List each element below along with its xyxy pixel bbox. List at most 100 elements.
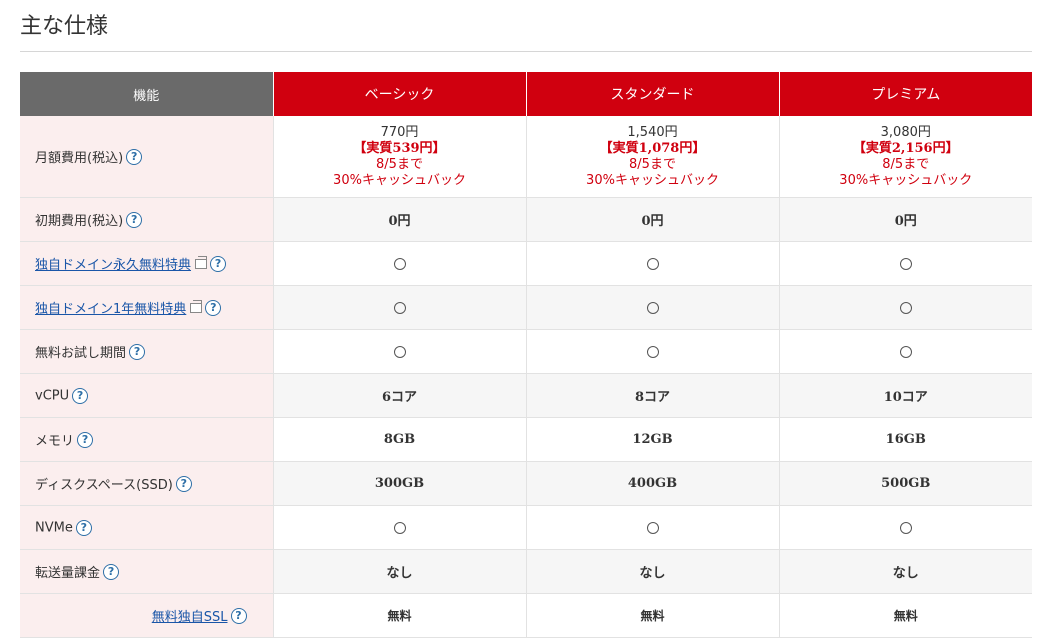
- help-icon[interactable]: ?: [129, 343, 146, 360]
- value-text: 無料: [387, 609, 412, 623]
- available-circle-icon: [899, 257, 912, 270]
- value-cell-premium: 0円: [779, 197, 1032, 242]
- row-label-cell: NVMe?: [20, 505, 274, 550]
- value-text: 無料: [893, 609, 918, 623]
- available-circle-icon: [899, 521, 912, 534]
- value-text: 0円: [641, 214, 664, 229]
- price-real: 【実質1,078円】: [599, 140, 706, 156]
- value-cell-standard: ○: [526, 329, 780, 374]
- value-text: 16GB: [885, 432, 926, 447]
- row-label-cell: ディスクスペース(SSD)?: [20, 461, 274, 506]
- help-icon[interactable]: ?: [103, 563, 120, 580]
- row-label-link[interactable]: 独自ドメイン1年無料特典: [35, 302, 186, 317]
- table-row-ssl: 無料独自SSL? 無料 無料 無料: [20, 593, 1032, 638]
- price-cashback: 30%キャッシュバック: [586, 172, 719, 188]
- row-label: vCPU: [35, 388, 70, 403]
- value-text: 8GB: [383, 432, 416, 447]
- value-cell-basic: 6コア: [273, 373, 527, 418]
- help-icon[interactable]: ?: [205, 299, 222, 316]
- row-label: 無料お試し期間: [35, 346, 127, 361]
- help-icon[interactable]: ?: [210, 255, 227, 272]
- value-cell-premium: ○: [779, 241, 1032, 286]
- value-cell-standard: ○: [526, 241, 780, 286]
- spec-table: 機能 ベーシック スタンダード プレミアム 月額費用(税込)? 770円 【実質…: [20, 72, 1032, 638]
- table-row: メモリ? 8GB 12GB 16GB: [20, 417, 1032, 462]
- available-circle-icon: [899, 301, 912, 314]
- value-text: なし: [639, 566, 666, 581]
- value-text: 500GB: [881, 476, 931, 491]
- help-icon[interactable]: ?: [77, 431, 94, 448]
- table-row: vCPU? 6コア 8コア 10コア: [20, 373, 1032, 418]
- value-cell-standard: 0円: [526, 197, 780, 242]
- row-label-link[interactable]: 独自ドメイン永久無料特典: [35, 258, 191, 273]
- price-cell-standard: 1,540円 【実質1,078円】 8/5まで 30%キャッシュバック: [526, 116, 780, 198]
- value-cell-premium: 500GB: [779, 461, 1032, 506]
- value-text: 8コア: [634, 390, 671, 405]
- header-feature: 機能: [20, 72, 274, 116]
- value-cell-premium: なし: [779, 549, 1032, 594]
- value-cell-premium: 10コア: [779, 373, 1032, 418]
- value-cell-premium: 16GB: [779, 417, 1032, 462]
- value-cell-basic: 無料: [273, 593, 527, 638]
- available-circle-icon: [646, 521, 659, 534]
- available-circle-icon: [393, 345, 406, 358]
- value-text: 10コア: [883, 390, 928, 405]
- value-text: 12GB: [632, 432, 673, 447]
- value-text: 無料: [640, 609, 665, 623]
- value-cell-premium: ○: [779, 505, 1032, 550]
- header-plan-standard: スタンダード: [526, 72, 780, 116]
- page: 主な仕様 機能 ベーシック スタンダード プレミアム 月額費用(税込)? 770…: [0, 0, 1064, 640]
- row-label: 転送量課金: [35, 566, 101, 581]
- table-row: 独自ドメイン1年無料特典?○○○: [20, 285, 1032, 330]
- row-label-cell: 独自ドメイン1年無料特典?: [20, 285, 274, 330]
- price-base: 1,540円: [627, 124, 678, 140]
- price-cell-basic: 770円 【実質539円】 8/5まで 30%キャッシュバック: [273, 116, 527, 198]
- available-circle-icon: [393, 257, 406, 270]
- value-text: 6コア: [381, 390, 418, 405]
- help-icon[interactable]: ?: [72, 387, 89, 404]
- value-cell-standard: 12GB: [526, 417, 780, 462]
- header-plan-basic: ベーシック: [273, 72, 527, 116]
- available-circle-icon: [393, 301, 406, 314]
- value-cell-basic: 0円: [273, 197, 527, 242]
- value-text: 400GB: [627, 476, 678, 491]
- table-row: 無料お試し期間?○○○: [20, 329, 1032, 374]
- value-cell-basic: ○: [273, 241, 527, 286]
- value-cell-standard: 8コア: [526, 373, 780, 418]
- table-row: 独自ドメイン永久無料特典?○○○: [20, 241, 1032, 286]
- value-cell-basic: なし: [273, 549, 527, 594]
- row-label: 月額費用(税込): [35, 151, 124, 166]
- price-until: 8/5まで: [376, 156, 423, 172]
- available-circle-icon: [646, 301, 659, 314]
- help-icon[interactable]: ?: [175, 475, 192, 492]
- row-label-cell: vCPU?: [20, 373, 274, 418]
- value-cell-standard: ○: [526, 505, 780, 550]
- title-divider: [20, 51, 1032, 52]
- available-circle-icon: [646, 257, 659, 270]
- row-label-link[interactable]: 無料独自SSL: [152, 610, 228, 625]
- price-base: 770円: [380, 124, 419, 140]
- price-cell-premium: 3,080円 【実質2,156円】 8/5まで 30%キャッシュバック: [779, 116, 1032, 198]
- price-until: 8/5まで: [882, 156, 930, 172]
- row-label-cell: 月額費用(税込)?: [20, 116, 274, 198]
- price-base: 3,080円: [880, 124, 931, 140]
- help-icon[interactable]: ?: [230, 607, 247, 624]
- external-link-icon: [195, 255, 208, 269]
- row-label-cell: メモリ?: [20, 417, 274, 462]
- value-text: 300GB: [374, 476, 425, 491]
- help-icon[interactable]: ?: [75, 519, 92, 536]
- value-cell-basic: 8GB: [273, 417, 527, 462]
- value-cell-basic: ○: [273, 285, 527, 330]
- table-row: ディスクスペース(SSD)? 300GB 400GB 500GB: [20, 461, 1032, 506]
- available-circle-icon: [393, 521, 406, 534]
- external-link-icon: [190, 299, 203, 313]
- row-label-cell: 無料独自SSL?: [20, 593, 274, 638]
- help-icon[interactable]: ?: [126, 148, 143, 165]
- available-circle-icon: [646, 345, 659, 358]
- available-circle-icon: [899, 345, 912, 358]
- row-label: NVMe: [35, 520, 73, 535]
- help-icon[interactable]: ?: [126, 211, 143, 228]
- page-title: 主な仕様: [20, 14, 109, 39]
- table-row-monthly-fee: 月額費用(税込)? 770円 【実質539円】 8/5まで 30%キャッシュバッ…: [20, 116, 1032, 198]
- value-cell-premium: ○: [779, 329, 1032, 374]
